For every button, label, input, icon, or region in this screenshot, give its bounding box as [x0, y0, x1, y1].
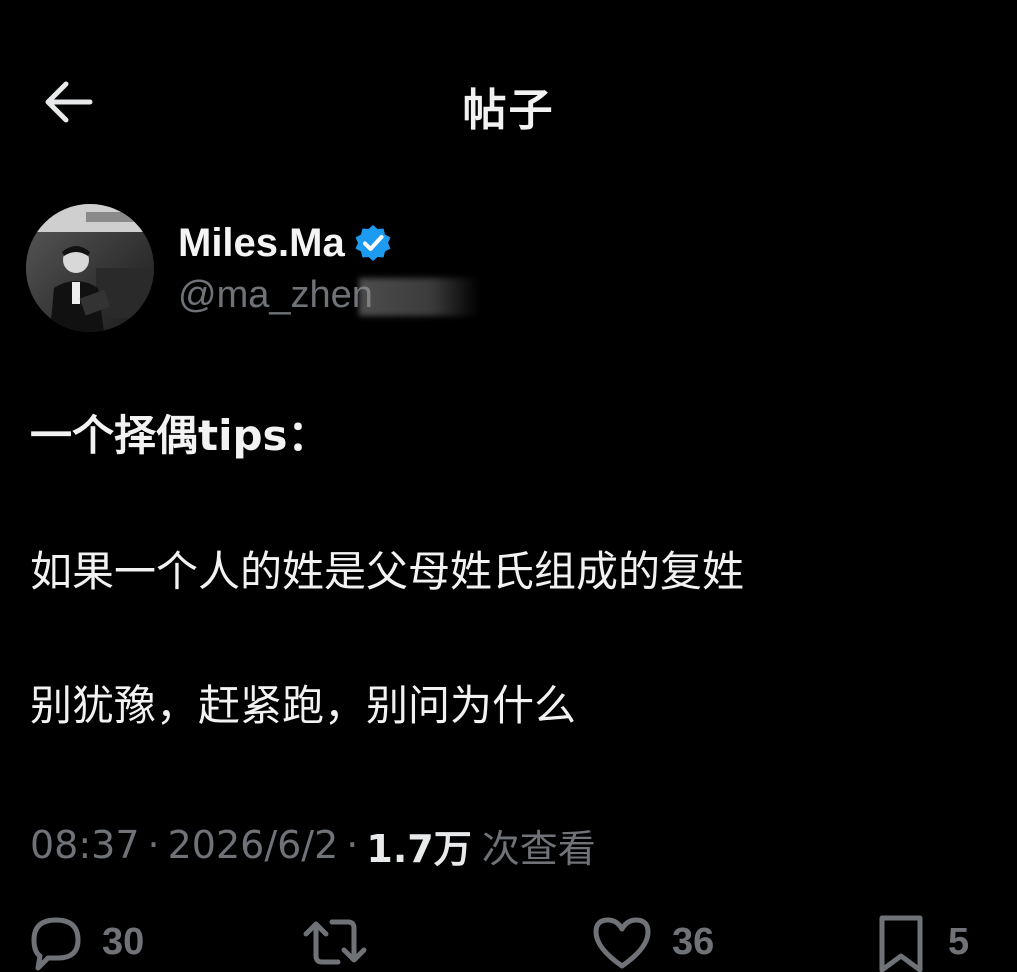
reply-icon: [31, 917, 81, 971]
post-line-1: 一个择偶tips：: [30, 411, 330, 460]
reply-count: 30: [102, 920, 145, 963]
post-line-2: 如果一个人的姓是父母姓氏组成的复姓: [30, 547, 745, 596]
view-count[interactable]: 1.7万: [366, 818, 471, 873]
verified-badge-icon: [355, 225, 391, 261]
post-date[interactable]: 2026/6/2: [168, 823, 339, 867]
post-meta: 08:37 · 2026/6/2 · 1.7万 次查看: [30, 818, 596, 873]
bookmark-icon: [879, 915, 923, 972]
view-count-label[interactable]: 次查看: [482, 818, 596, 873]
avatar[interactable]: [26, 204, 154, 332]
page-title: 帖子: [462, 85, 555, 136]
meta-separator: ·: [147, 823, 160, 867]
bookmark-count: 5: [948, 920, 970, 963]
like-count: 36: [672, 920, 715, 963]
meta-separator: ·: [346, 823, 359, 867]
display-name[interactable]: Miles.Ma: [178, 221, 345, 266]
post-author: Miles.Ma @ma_zhen: [26, 204, 726, 334]
repost-button[interactable]: [300, 912, 388, 972]
avatar-image: [26, 204, 154, 332]
repost-icon: [303, 919, 367, 965]
handle-redaction: [358, 277, 479, 316]
top-bar: 帖子: [0, 0, 1017, 200]
reply-button[interactable]: 30: [26, 912, 144, 972]
heart-icon: [593, 917, 651, 969]
like-button[interactable]: 36: [590, 912, 714, 972]
bookmark-button[interactable]: 5: [872, 912, 969, 972]
display-name-row[interactable]: Miles.Ma: [178, 218, 393, 268]
user-handle-text: @ma_zhen: [178, 274, 373, 316]
action-bar: 30 36 5: [0, 912, 1017, 972]
post-line-3: 别犹豫，赶紧跑，别问为什么: [30, 681, 577, 730]
user-handle[interactable]: @ma_zhen: [178, 274, 479, 317]
post-time[interactable]: 08:37: [30, 823, 140, 867]
